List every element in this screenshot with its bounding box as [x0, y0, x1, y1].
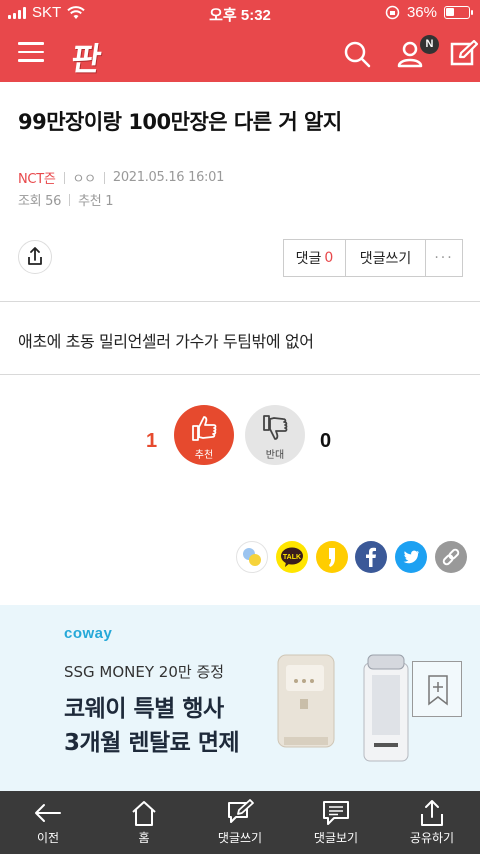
notification-badge[interactable]: N: [420, 35, 439, 54]
share-icon: [28, 247, 42, 265]
menu-icon[interactable]: [18, 42, 44, 64]
post-stats: 조회 56 추천 1: [18, 190, 114, 209]
comment-label: 댓글: [295, 251, 322, 267]
bookmark-add-icon: [428, 675, 448, 706]
share-label: 공유하기: [409, 831, 455, 845]
oppose-button[interactable]: 반대: [245, 405, 305, 465]
edit-icon[interactable]: [450, 40, 478, 68]
ad-brand: coway: [64, 625, 113, 642]
more-button[interactable]: ···: [426, 240, 462, 276]
view-count: 조회 56: [18, 194, 62, 209]
kakaotalk-icon[interactable]: TALK: [276, 541, 308, 573]
divider: [0, 301, 480, 302]
status-bar: SKT 오후 5:32 36%: [0, 0, 480, 26]
write-comment-nav-button[interactable]: 댓글쓰기: [192, 791, 288, 854]
back-label: 이전: [36, 831, 60, 845]
search-icon[interactable]: [343, 40, 371, 68]
kakaotalk-label: TALK: [283, 554, 301, 561]
link-icon[interactable]: [435, 541, 467, 573]
post-meta: NCT즌 ㅇㅇ 2021.05.16 16:01: [18, 168, 224, 187]
battery-percent: 36%: [406, 4, 437, 21]
twitter-icon[interactable]: [395, 541, 427, 573]
band-icon[interactable]: [236, 541, 268, 573]
up-vote-count: 1: [146, 430, 158, 452]
ad-bookmark-button[interactable]: [412, 661, 462, 717]
share-button[interactable]: [18, 240, 52, 274]
view-comments-button[interactable]: 댓글보기: [288, 791, 384, 854]
battery-icon: [444, 6, 473, 19]
author-id: ㅇㅇ: [72, 172, 97, 187]
view-comments-label: 댓글보기: [313, 831, 359, 845]
post-actions: 댓글 0 댓글쓰기 ···: [283, 239, 463, 277]
home-icon: [132, 801, 156, 826]
home-button[interactable]: 홈: [96, 791, 192, 854]
home-label: 홈: [138, 831, 150, 845]
thumbs-up-icon: [192, 416, 217, 441]
recommend-button[interactable]: 추천: [174, 405, 234, 465]
recommend-count: 추천 1: [78, 194, 114, 209]
post-title: 99만장이랑 100만장은 다른 거 알지: [18, 110, 342, 134]
down-vote-count: 0: [320, 430, 332, 452]
write-comment-icon: [228, 799, 254, 823]
post-body: 애초에 초동 밀리언셀러 가수가 두팀밖에 없어: [18, 332, 314, 351]
back-button[interactable]: 이전: [0, 791, 96, 854]
post-date: 2021.05.16 16:01: [112, 170, 225, 185]
share-icon: [421, 800, 443, 826]
author-name[interactable]: NCT즌: [18, 168, 56, 187]
divider: [0, 374, 480, 375]
comments-icon: [323, 801, 349, 825]
recommend-label: 추천: [194, 450, 214, 461]
ad-headline: 3개월 렌탈료 면제: [64, 730, 240, 756]
oppose-label: 반대: [265, 450, 285, 461]
write-comment-label: 댓글쓰기: [217, 831, 263, 845]
water-purifier-image: [277, 654, 409, 762]
app-header: 판: [0, 26, 480, 82]
logo[interactable]: 판: [69, 34, 105, 80]
orientation-lock-icon: [385, 5, 400, 20]
bottom-toolbar: 이전 홈 댓글쓰기 댓글보기 공유하기: [0, 791, 480, 854]
comment-button[interactable]: 댓글 0: [284, 240, 346, 276]
comment-count: 0: [324, 250, 334, 266]
write-comment-button[interactable]: 댓글쓰기: [346, 240, 426, 276]
share-nav-button[interactable]: 공유하기: [384, 791, 480, 854]
thumbs-down-icon: [263, 415, 288, 440]
kakaostory-icon[interactable]: [316, 541, 348, 573]
facebook-icon[interactable]: [355, 541, 387, 573]
back-arrow-icon: [35, 804, 61, 822]
ad-subtitle: SSG MONEY 20만 증정: [64, 663, 225, 681]
ad-banner[interactable]: coway SSG MONEY 20만 증정 코웨이 특별 행사 3개월 렌탈료…: [0, 605, 480, 791]
ad-headline: 코웨이 특별 행사: [64, 696, 224, 722]
